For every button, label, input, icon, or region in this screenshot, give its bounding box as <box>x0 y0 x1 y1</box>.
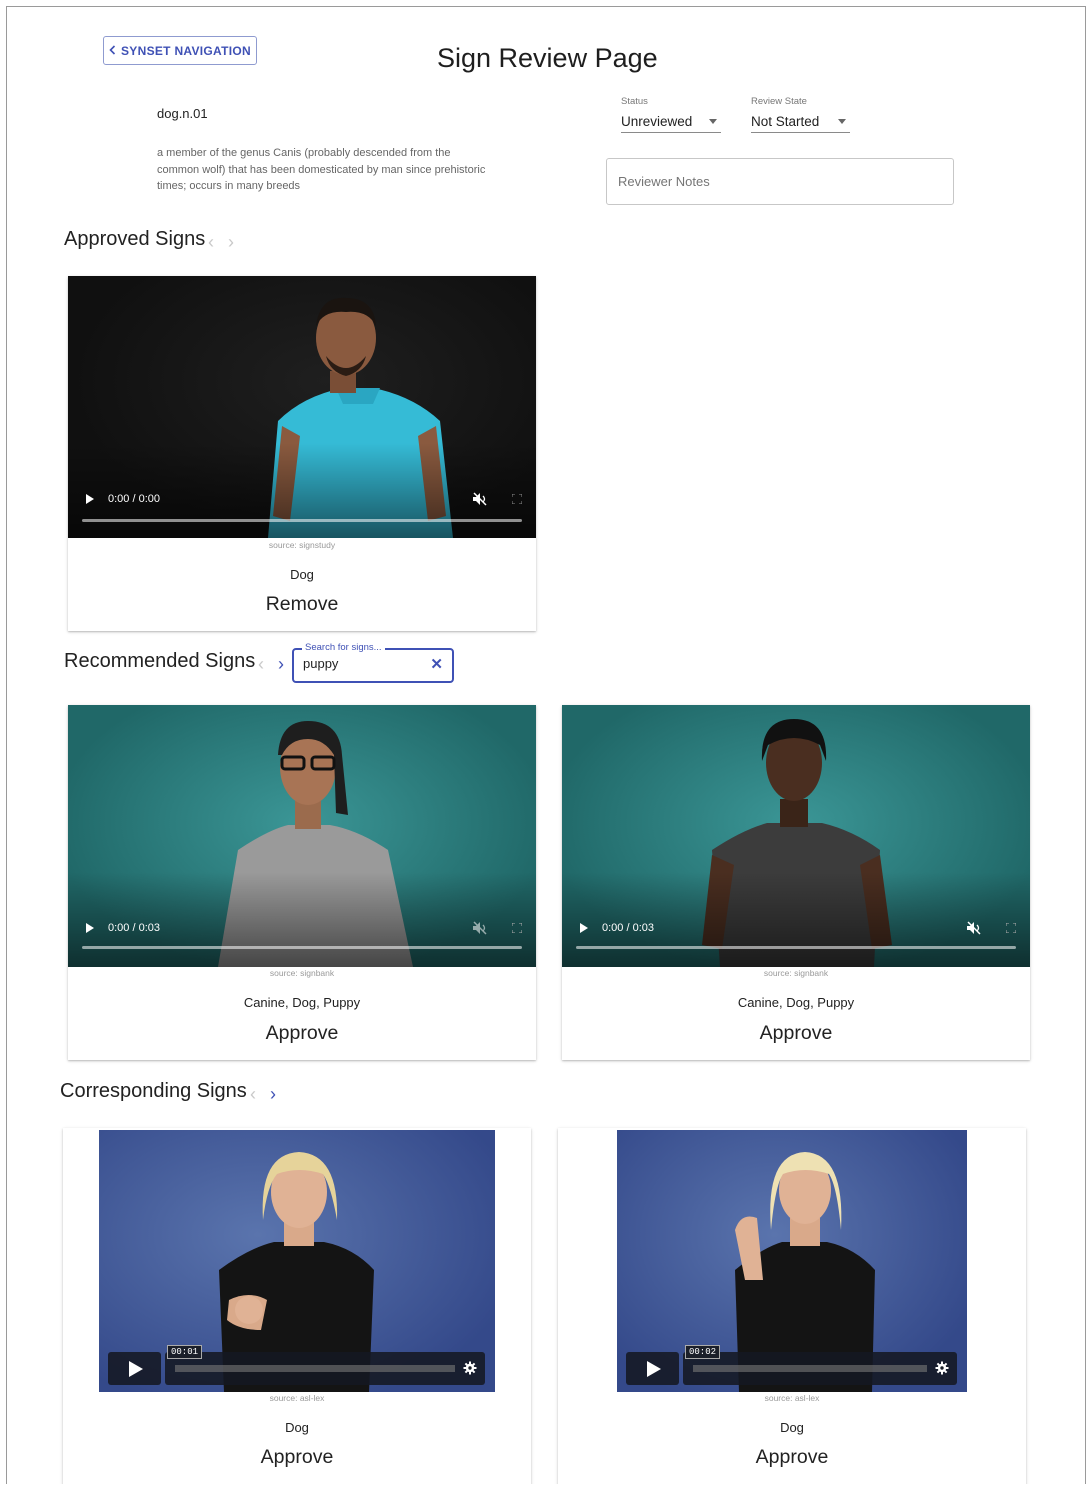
chevron-left-icon: ‹ <box>208 232 214 252</box>
video-time: 0:00 / 0:03 <box>108 922 160 934</box>
review-state-label: Review State <box>751 96 807 107</box>
seek-bar[interactable] <box>82 519 522 522</box>
sign-gloss: Canine, Dog, Puppy <box>737 995 855 1010</box>
remove-button[interactable]: Remove <box>68 593 536 616</box>
seek-bar[interactable] <box>175 1365 455 1372</box>
chevron-right-icon: › <box>228 232 234 252</box>
review-state-select[interactable]: Not Started <box>751 111 850 133</box>
synset-id: dog.n.01 <box>157 106 208 121</box>
video-time: 00:02 <box>685 1345 721 1359</box>
play-icon[interactable] <box>626 1352 679 1385</box>
seek-bar[interactable] <box>576 946 1016 949</box>
controls-gradient <box>68 872 536 967</box>
approve-button[interactable]: Approve <box>558 1446 1026 1469</box>
gear-icon[interactable] <box>463 1361 477 1375</box>
sign-gloss: Dog <box>780 1420 804 1435</box>
seek-bar[interactable] <box>82 946 522 949</box>
fullscreen-icon[interactable] <box>1006 923 1016 933</box>
page: SYNSET NAVIGATION Sign Review Page dog.n… <box>6 6 1086 1484</box>
synset-navigation-button[interactable]: SYNSET NAVIGATION <box>103 36 257 65</box>
video-time: 0:00 / 0:00 <box>108 493 160 505</box>
fullscreen-icon[interactable] <box>512 923 522 933</box>
approved-next-button[interactable]: › <box>228 233 234 251</box>
approved-sign-card: 0:00 / 0:00 source: signstudy Dog Remove <box>68 276 536 631</box>
controls-gradient <box>68 443 536 538</box>
sign-video[interactable]: 00:02 <box>617 1130 967 1392</box>
corresponding-prev-button[interactable]: ‹ <box>250 1085 256 1103</box>
search-label: Search for signs... <box>302 642 385 653</box>
status-value: Unreviewed <box>621 114 693 129</box>
status-select[interactable]: Unreviewed <box>621 111 721 133</box>
recommended-prev-button[interactable]: ‹ <box>258 655 264 673</box>
video-time: 0:00 / 0:03 <box>602 922 654 934</box>
volume-off-icon[interactable] <box>472 492 488 506</box>
sign-source: source: signbank <box>763 968 829 978</box>
play-icon[interactable] <box>86 494 94 504</box>
corresponding-sign-card: 00:01 source: asl-lex Dog Approve <box>63 1128 531 1484</box>
page-title: Sign Review Page <box>437 43 658 73</box>
sign-video[interactable]: 00:01 <box>99 1130 495 1392</box>
volume-off-icon[interactable] <box>472 921 488 935</box>
gear-icon[interactable] <box>935 1361 949 1375</box>
synset-navigation-label: SYNSET NAVIGATION <box>121 43 251 58</box>
chevron-left-icon: ‹ <box>258 654 264 674</box>
play-icon[interactable] <box>86 923 94 933</box>
recommended-signs-title: Recommended Signs <box>64 650 256 672</box>
video-time: 00:01 <box>167 1345 203 1359</box>
sign-source: source: asl-lex <box>764 1393 820 1403</box>
volume-off-icon[interactable] <box>966 921 982 935</box>
player-controls: 00:01 <box>165 1345 485 1385</box>
corresponding-next-button[interactable]: › <box>270 1085 276 1103</box>
approve-button[interactable]: Approve <box>562 1022 1030 1045</box>
approve-button[interactable]: Approve <box>63 1446 531 1469</box>
status-label: Status <box>621 96 648 107</box>
chevron-right-icon: › <box>270 1084 276 1104</box>
sign-source: source: signbank <box>269 968 335 978</box>
sign-gloss: Canine, Dog, Puppy <box>243 995 361 1010</box>
player-controls: 00:02 <box>683 1345 957 1385</box>
caret-down-icon <box>838 119 846 124</box>
chevron-left-icon <box>109 44 116 58</box>
sign-source: source: signstudy <box>268 540 336 550</box>
sign-gloss: Dog <box>290 567 314 582</box>
close-icon[interactable]: ✕ <box>430 655 443 673</box>
sign-video[interactable]: 0:00 / 0:03 <box>68 705 536 967</box>
play-icon[interactable] <box>108 1352 161 1385</box>
sign-search-field[interactable]: Search for signs... ✕ <box>292 642 454 683</box>
recommended-next-button[interactable]: › <box>278 655 284 673</box>
recommended-sign-card: 0:00 / 0:03 source: signbank Canine, Dog… <box>68 705 536 1060</box>
caret-down-icon <box>709 119 717 124</box>
sign-video[interactable]: 0:00 / 0:00 <box>68 276 536 538</box>
play-icon[interactable] <box>580 923 588 933</box>
corresponding-sign-card: 00:02 source: asl-lex Dog Approve <box>558 1128 1026 1484</box>
chevron-left-icon: ‹ <box>250 1084 256 1104</box>
approved-signs-title: Approved Signs <box>64 228 206 250</box>
chevron-right-icon: › <box>278 654 284 674</box>
synset-definition: a member of the genus Canis (probably de… <box>157 147 486 192</box>
recommended-sign-card: 0:00 / 0:03 source: signbank Canine, Dog… <box>562 705 1030 1060</box>
approved-prev-button[interactable]: ‹ <box>208 233 214 251</box>
reviewer-notes-input[interactable] <box>606 158 954 205</box>
sign-video[interactable]: 0:00 / 0:03 <box>562 705 1030 967</box>
seek-bar[interactable] <box>693 1365 927 1372</box>
sign-source: source: asl-lex <box>269 1393 325 1403</box>
search-input[interactable] <box>303 656 423 671</box>
fullscreen-icon[interactable] <box>512 494 522 504</box>
approve-button[interactable]: Approve <box>68 1022 536 1045</box>
controls-gradient <box>562 872 1030 967</box>
corresponding-signs-title: Corresponding Signs <box>60 1080 247 1102</box>
review-state-value: Not Started <box>751 114 820 129</box>
sign-gloss: Dog <box>285 1420 309 1435</box>
